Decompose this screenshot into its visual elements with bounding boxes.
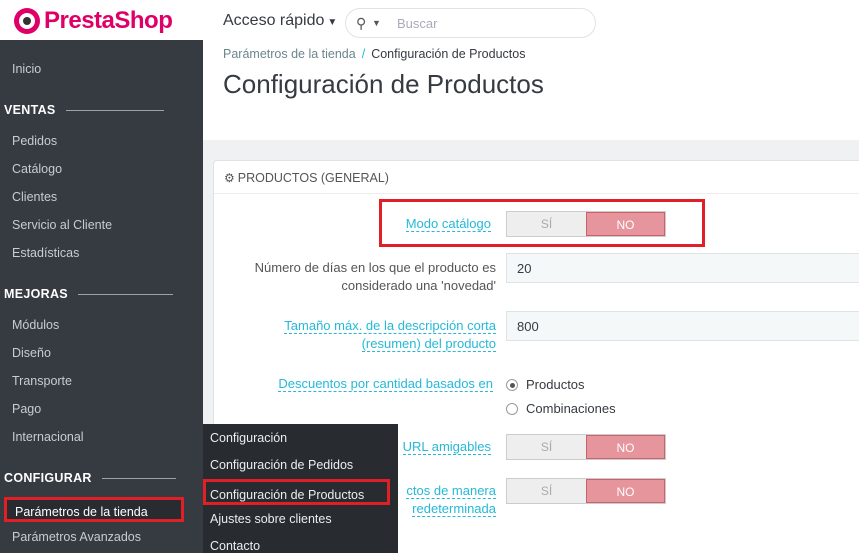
sidebar-item-transporte[interactable]: Transporte	[12, 374, 72, 388]
default-attr-yes[interactable]: SÍ	[507, 479, 586, 503]
breadcrumb-parent[interactable]: Parámetros de la tienda	[223, 47, 356, 61]
sidebar-item-servicio-cliente[interactable]: Servicio al Cliente	[12, 218, 112, 232]
sidebar-item-clientes[interactable]: Clientes	[12, 190, 57, 204]
sidebar-item-inicio[interactable]: Inicio	[12, 62, 41, 76]
sidebar-section-configurar: CONFIGURAR	[4, 471, 176, 485]
search-caret-down-icon[interactable]: ▼	[372, 18, 381, 28]
sidebar-item-catalogo[interactable]: Catálogo	[12, 162, 62, 176]
quick-access-label: Acceso rápido	[223, 12, 325, 29]
sidebar-item-pago[interactable]: Pago	[12, 402, 41, 416]
section-divider	[65, 109, 164, 111]
page-title: Configuración de Productos	[223, 69, 544, 99]
section-divider	[77, 293, 173, 295]
submenu-flyout: Configuración Configuración de Pedidos C…	[203, 424, 400, 553]
new-days-label: Número de días en los que el producto es…	[254, 260, 496, 293]
caret-down-icon: ▼	[327, 17, 338, 28]
default-attr-no[interactable]: NO	[585, 479, 665, 503]
short-desc-label: Tamaño máx. de la descripción corta (res…	[284, 318, 496, 352]
discount-radio-productos[interactable]: Productos	[506, 377, 585, 392]
sidebar-item-parametros-tienda[interactable]: Parámetros de la tienda	[4, 497, 184, 522]
breadcrumb-current: Configuración de Productos	[371, 47, 526, 61]
new-days-input[interactable]: 20	[506, 253, 859, 283]
breadcrumb: Parámetros de la tienda / Configuración de…	[223, 47, 525, 61]
section-divider	[101, 477, 176, 479]
breadcrumb-separator: /	[361, 47, 366, 61]
page-header: Parámetros de la tienda / Configuración de…	[203, 42, 859, 140]
sidebar-section-ventas: VENTAS	[4, 103, 164, 117]
default-attr-label: ctos de manera redeterminada	[406, 483, 496, 517]
friendly-url-no[interactable]: NO	[585, 435, 665, 459]
panel-title: PRODUCTOS (GENERAL)	[237, 171, 389, 185]
short-desc-input[interactable]: 800	[506, 311, 859, 341]
prestashop-logo-icon	[14, 8, 40, 34]
sidebar-section-mejoras: MEJORAS	[4, 287, 173, 301]
friendly-url-label: URL amigables	[402, 439, 491, 455]
friendly-url-switch[interactable]: SÍ NO	[506, 434, 666, 460]
friendly-url-yes[interactable]: SÍ	[507, 435, 586, 459]
radio-checked[interactable]	[506, 378, 518, 391]
sidebar-item-parametros-avanzados[interactable]: Parámetros Avanzados	[12, 530, 141, 544]
search-box[interactable]: ⚲ ▼ Buscar	[345, 8, 596, 38]
catalog-mode-highlight	[379, 199, 705, 247]
submenu-item-contacto[interactable]: Contacto	[210, 539, 260, 553]
sidebar-item-modulos[interactable]: Módulos	[12, 318, 59, 332]
panel-header: ⚙ PRODUCTOS (GENERAL)	[214, 161, 859, 194]
sidebar-item-internacional[interactable]: Internacional	[12, 430, 84, 444]
discount-radio-combinaciones[interactable]: Combinaciones	[506, 401, 616, 416]
sidebar-item-pedidos[interactable]: Pedidos	[12, 134, 57, 148]
search-input[interactable]: Buscar	[397, 16, 437, 31]
default-attr-switch[interactable]: SÍ NO	[506, 478, 666, 504]
sidebar-item-diseno[interactable]: Diseño	[12, 346, 51, 360]
top-header: PrestaShop Acceso rápido ▼ ⚲ ▼ Buscar	[0, 0, 859, 42]
logo-text-shop: Shop	[114, 7, 173, 34]
sidebar: Inicio VENTAS Pedidos Catálogo Clientes …	[0, 40, 203, 553]
search-icon[interactable]: ⚲	[356, 15, 366, 32]
quick-access-dropdown[interactable]: Acceso rápido ▼	[223, 12, 337, 30]
prestashop-logo[interactable]: PrestaShop	[14, 7, 173, 35]
radio-unchecked[interactable]	[506, 402, 518, 415]
sidebar-item-estadisticas[interactable]: Estadísticas	[12, 246, 79, 260]
cogs-icon: ⚙	[224, 171, 235, 185]
submenu-item-ajustes-clientes[interactable]: Ajustes sobre clientes	[210, 512, 332, 526]
logo-text-presta: Presta	[44, 7, 115, 34]
submenu-item-config-pedidos[interactable]: Configuración de Pedidos	[210, 458, 353, 472]
submenu-item-config-productos[interactable]: Configuración de Productos	[203, 479, 390, 505]
submenu-item-configuracion[interactable]: Configuración	[210, 431, 287, 445]
discounts-label: Descuentos por cantidad basados en	[278, 376, 493, 392]
